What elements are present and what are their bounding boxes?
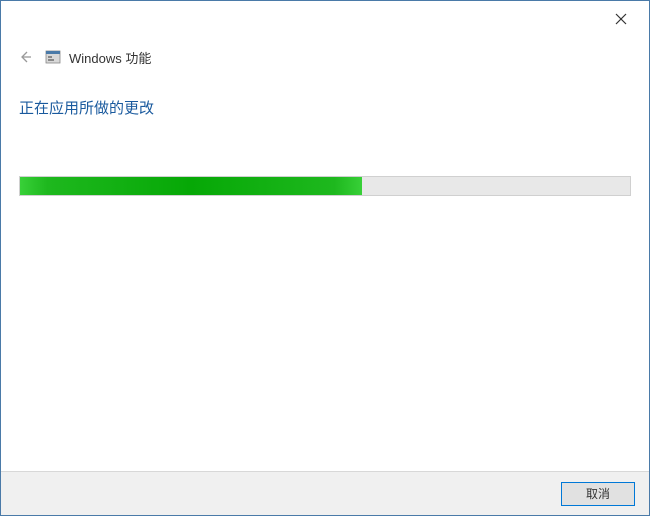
back-arrow-icon (18, 50, 32, 64)
close-button[interactable] (607, 5, 635, 33)
window-title: Windows 功能 (69, 48, 151, 67)
header: Windows 功能 (1, 37, 649, 69)
close-icon (615, 13, 627, 25)
back-button[interactable] (15, 47, 35, 67)
content-area: 正在应用所做的更改 (1, 69, 649, 196)
footer: 取消 (1, 471, 649, 515)
progress-bar (19, 176, 631, 196)
windows-features-icon (45, 49, 61, 65)
titlebar (1, 1, 649, 37)
cancel-button[interactable]: 取消 (561, 482, 635, 506)
progress-fill (20, 177, 362, 195)
status-text: 正在应用所做的更改 (19, 97, 631, 118)
